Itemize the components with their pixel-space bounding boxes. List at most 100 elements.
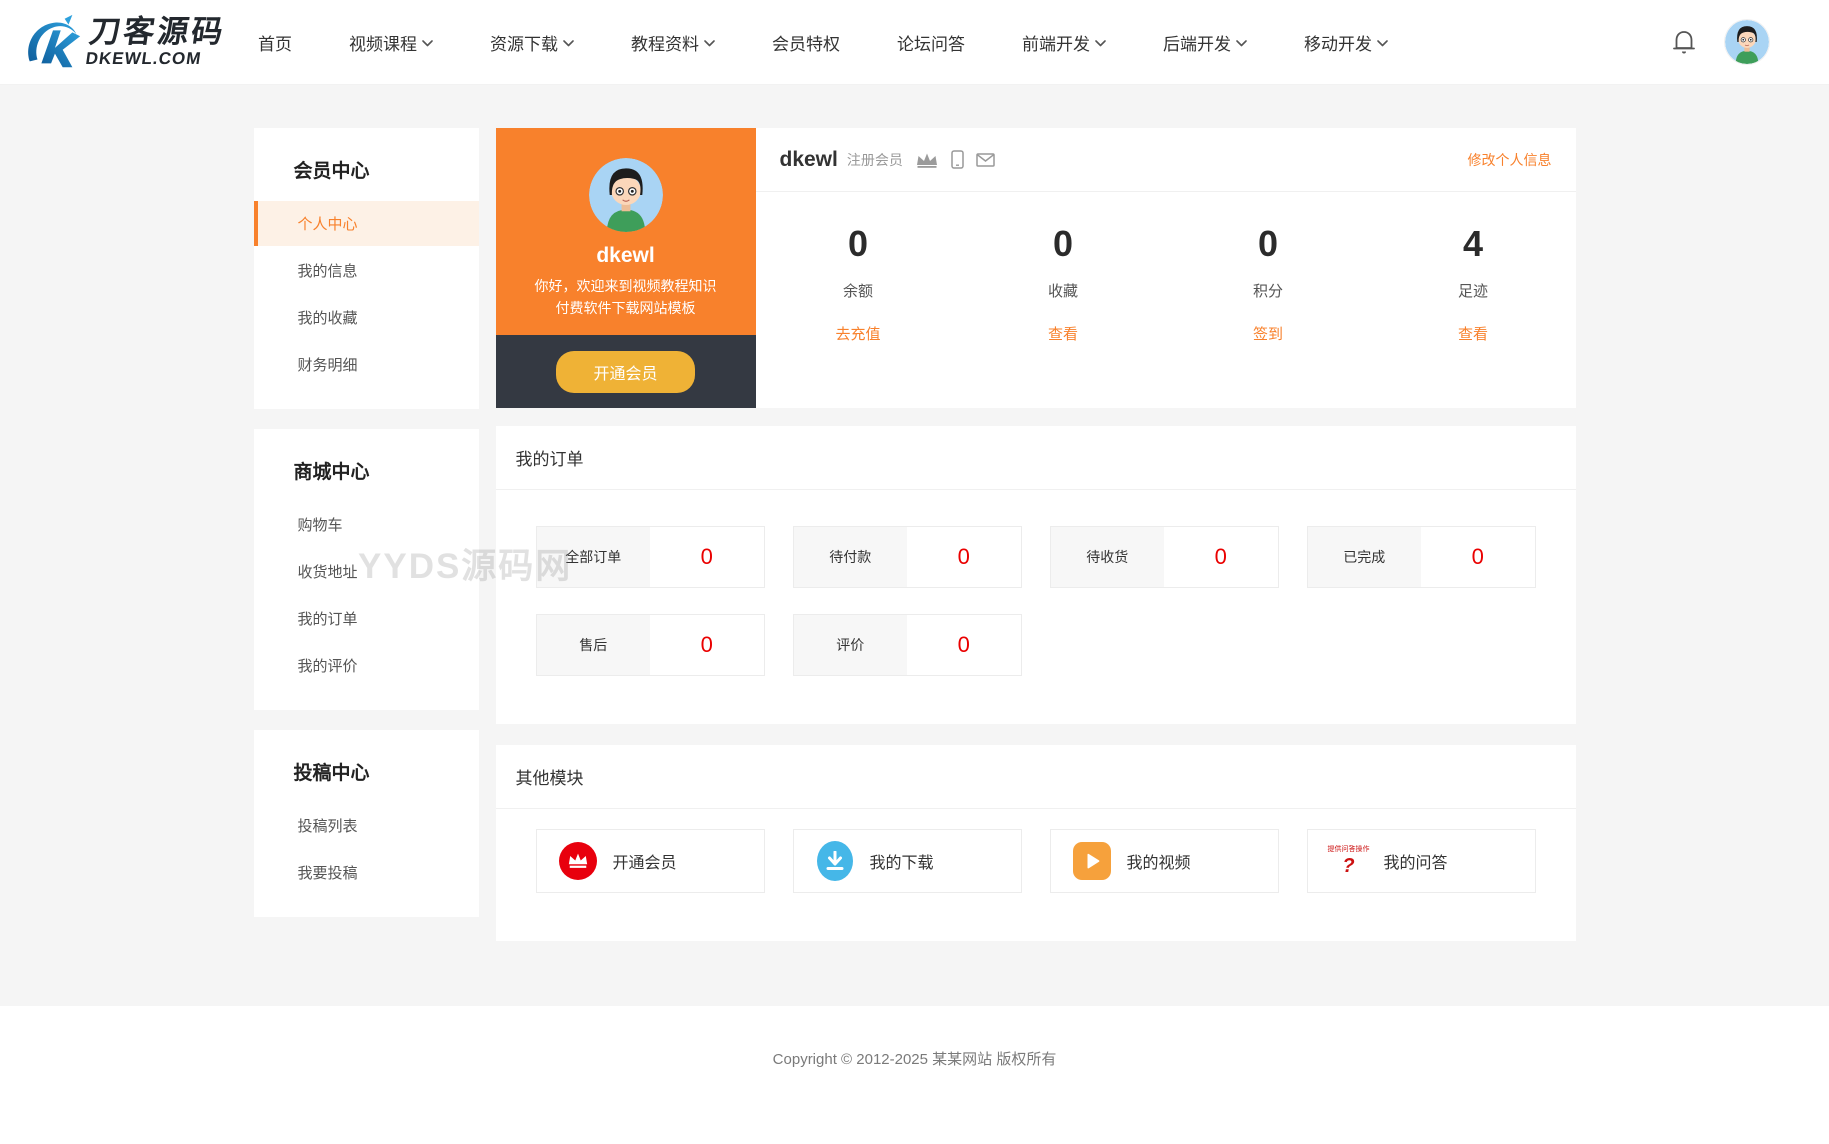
chevron-down-icon bbox=[1377, 40, 1388, 47]
chevron-down-icon bbox=[422, 40, 433, 47]
order-count: 0 bbox=[1421, 527, 1535, 587]
edit-profile-link[interactable]: 修改个人信息 bbox=[1468, 150, 1552, 170]
module-my-qa[interactable]: 提供问答操作 ? 我的问答 bbox=[1307, 829, 1536, 893]
sidebar-section-title: 会员中心 bbox=[254, 144, 479, 199]
chevron-down-icon bbox=[563, 40, 574, 47]
order-count: 0 bbox=[650, 527, 764, 587]
user-avatar[interactable] bbox=[1725, 20, 1769, 64]
nav-item-backend-dev[interactable]: 后端开发 bbox=[1163, 30, 1247, 55]
sidebar-item-cart[interactable]: 购物车 bbox=[254, 502, 479, 547]
user-card-avatar bbox=[589, 158, 663, 232]
sidebar-item-finance-details[interactable]: 财务明细 bbox=[254, 342, 479, 387]
module-my-videos[interactable]: 我的视频 bbox=[1050, 829, 1279, 893]
stat-value: 0 bbox=[1053, 224, 1073, 264]
top-navigation-bar: 刀客源码 DKEWL.COM 首页 视频课程 资源下载 教程资料 会员特权 论坛… bbox=[0, 0, 1829, 85]
question-broken-image-icon: 提供问答操作 ? bbox=[1330, 842, 1368, 880]
chevron-down-icon bbox=[1095, 40, 1106, 47]
crown-icon bbox=[559, 842, 597, 880]
view-footprints-link[interactable]: 查看 bbox=[1458, 323, 1488, 344]
copyright-text: Copyright © 2012-2025 某某网站 版权所有 bbox=[773, 1048, 1057, 1132]
stat-value: 0 bbox=[1258, 224, 1278, 264]
site-logo[interactable]: 刀客源码 DKEWL.COM bbox=[22, 11, 224, 73]
sidebar-section-title: 投稿中心 bbox=[254, 746, 479, 801]
stat-label: 积分 bbox=[1253, 280, 1283, 301]
order-card-completed[interactable]: 已完成 0 bbox=[1307, 526, 1536, 588]
chevron-down-icon bbox=[704, 40, 715, 47]
logo-title: 刀客源码 bbox=[87, 16, 227, 47]
profile-panel: dkewl 你好，欢迎来到视频教程知识 付费软件下载网站模板 开通会员 dkew… bbox=[496, 128, 1576, 408]
sign-in-link[interactable]: 签到 bbox=[1253, 323, 1283, 344]
page-footer: Copyright © 2012-2025 某某网站 版权所有 bbox=[0, 1006, 1829, 1132]
stat-balance: 0 余额 去充值 bbox=[756, 224, 961, 344]
stat-label: 收藏 bbox=[1048, 280, 1078, 301]
download-icon bbox=[816, 842, 854, 880]
orders-title-row: 我的订单 bbox=[496, 426, 1576, 490]
video-play-icon bbox=[1073, 842, 1111, 880]
recharge-link[interactable]: 去充值 bbox=[835, 323, 880, 344]
open-vip-button[interactable]: 开通会员 bbox=[556, 351, 694, 393]
sidebar-item-shipping-address[interactable]: 收货地址 bbox=[254, 549, 479, 594]
user-card-top: dkewl 你好，欢迎来到视频教程知识 付费软件下载网站模板 bbox=[496, 128, 756, 335]
nav-item-video-courses[interactable]: 视频课程 bbox=[349, 30, 433, 55]
module-my-downloads[interactable]: 我的下载 bbox=[793, 829, 1022, 893]
order-count: 0 bbox=[650, 615, 764, 675]
user-card: dkewl 你好，欢迎来到视频教程知识 付费软件下载网站模板 开通会员 bbox=[496, 128, 756, 408]
order-card-review[interactable]: 评价 0 bbox=[793, 614, 1022, 676]
chevron-down-icon bbox=[1236, 40, 1247, 47]
other-modules-panel: 其他模块 开通会员 bbox=[496, 745, 1576, 941]
user-card-username: dkewl bbox=[596, 244, 654, 268]
nav-item-tutorials[interactable]: 教程资料 bbox=[631, 30, 715, 55]
module-open-vip[interactable]: 开通会员 bbox=[536, 829, 765, 893]
sidebar-section-mall-center: 商城中心 购物车 收货地址 我的订单 我的评价 bbox=[254, 429, 479, 710]
order-card-all[interactable]: 全部订单 0 bbox=[536, 526, 765, 588]
order-card-pending-receipt[interactable]: 待收货 0 bbox=[1050, 526, 1279, 588]
stat-label: 足迹 bbox=[1458, 280, 1488, 301]
stat-value: 0 bbox=[848, 224, 868, 264]
sidebar-item-submit-post[interactable]: 我要投稿 bbox=[254, 850, 479, 895]
sidebar-section-title: 商城中心 bbox=[254, 445, 479, 500]
view-favorites-link[interactable]: 查看 bbox=[1048, 323, 1078, 344]
main-nav: 首页 视频课程 资源下载 教程资料 会员特权 论坛问答 前端开发 后端开发 移动… bbox=[258, 30, 1445, 55]
nav-item-frontend-dev[interactable]: 前端开发 bbox=[1022, 30, 1106, 55]
stat-footprints: 4 足迹 查看 bbox=[1371, 224, 1576, 344]
user-card-bottom: 开通会员 bbox=[496, 335, 756, 408]
order-count: 0 bbox=[907, 527, 1021, 587]
nav-item-forum-qa[interactable]: 论坛问答 bbox=[897, 30, 965, 55]
phone-icon[interactable] bbox=[951, 150, 964, 169]
sidebar-item-my-orders[interactable]: 我的订单 bbox=[254, 596, 479, 641]
order-card-pending-payment[interactable]: 待付款 0 bbox=[793, 526, 1022, 588]
sidebar-item-my-info[interactable]: 我的信息 bbox=[254, 248, 479, 293]
profile-role-badge: 注册会员 bbox=[847, 150, 903, 170]
sidebar-item-submission-list[interactable]: 投稿列表 bbox=[254, 803, 479, 848]
stat-points: 0 积分 签到 bbox=[1166, 224, 1371, 344]
stat-value: 4 bbox=[1463, 224, 1483, 264]
modules-title-row: 其他模块 bbox=[496, 745, 1576, 809]
bell-icon[interactable] bbox=[1671, 28, 1697, 56]
sidebar: 会员中心 个人中心 我的信息 我的收藏 财务明细 商城中心 购物车 收货地址 我… bbox=[254, 128, 479, 937]
modules-grid: 开通会员 我的下载 bbox=[496, 809, 1576, 893]
modules-title: 其他模块 bbox=[516, 764, 584, 789]
logo-swoosh-icon bbox=[22, 11, 84, 73]
user-card-greeting: 你好，欢迎来到视频教程知识 付费软件下载网站模板 bbox=[535, 276, 717, 319]
nav-item-mobile-dev[interactable]: 移动开发 bbox=[1304, 30, 1388, 55]
order-count: 0 bbox=[1164, 527, 1278, 587]
sidebar-item-my-reviews[interactable]: 我的评价 bbox=[254, 643, 479, 688]
order-card-after-sale[interactable]: 售后 0 bbox=[536, 614, 765, 676]
sidebar-item-my-favorites[interactable]: 我的收藏 bbox=[254, 295, 479, 340]
sidebar-item-personal-center[interactable]: 个人中心 bbox=[254, 201, 479, 246]
sidebar-section-member-center: 会员中心 个人中心 我的信息 我的收藏 财务明细 bbox=[254, 128, 479, 409]
profile-stats-row: 0 余额 去充值 0 收藏 查看 0 积分 签到 bbox=[756, 224, 1576, 344]
stat-favorites: 0 收藏 查看 bbox=[961, 224, 1166, 344]
nav-item-member-privileges[interactable]: 会员特权 bbox=[772, 30, 840, 55]
nav-item-home[interactable]: 首页 bbox=[258, 30, 292, 55]
page-background: YYDS源码网 会员中心 个人中心 我的信息 我的收藏 财务明细 商城中心 购物… bbox=[0, 85, 1829, 1006]
stat-label: 余额 bbox=[843, 280, 873, 301]
mail-icon[interactable] bbox=[976, 153, 995, 167]
orders-title: 我的订单 bbox=[516, 445, 584, 470]
crown-icon bbox=[915, 151, 939, 168]
orders-panel: 我的订单 全部订单 0 待付款 0 待收货 0 bbox=[496, 426, 1576, 724]
profile-username: dkewl bbox=[780, 148, 838, 172]
nav-item-resource-downloads[interactable]: 资源下载 bbox=[490, 30, 574, 55]
sidebar-section-submission-center: 投稿中心 投稿列表 我要投稿 bbox=[254, 730, 479, 917]
profile-header-row: dkewl 注册会员 bbox=[756, 128, 1576, 192]
